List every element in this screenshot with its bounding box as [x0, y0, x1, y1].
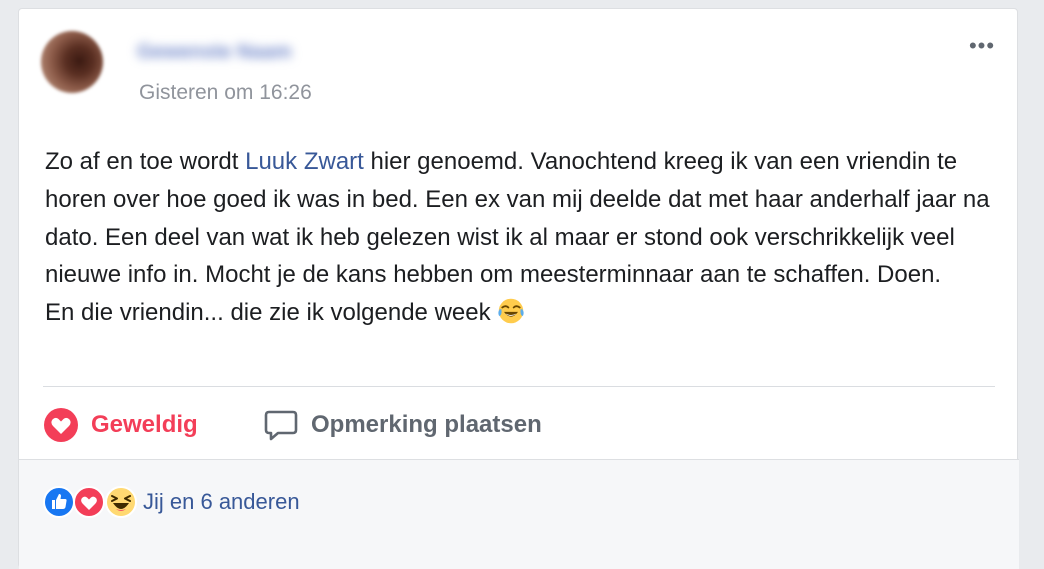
reaction-icons [43, 485, 139, 519]
speech-bubble-icon [263, 407, 299, 443]
mention-link[interactable]: Luuk Zwart [245, 148, 364, 175]
heart-icon [43, 407, 79, 443]
post-card: Gewenste Naam Gisteren om 16:26 ••• Zo a… [18, 8, 1019, 569]
author-avatar[interactable] [41, 31, 103, 93]
reactions-summary[interactable]: Jij en 6 anderen [43, 485, 300, 519]
post-body: Zo af en toe wordt Luuk Zwart hier genoe… [45, 143, 997, 332]
more-options-button[interactable]: ••• [965, 33, 999, 59]
more-horizontal-icon: ••• [968, 33, 996, 58]
post-text-segment: Zo af en toe wordt [45, 148, 246, 175]
heart-icon [73, 486, 105, 518]
author-name[interactable]: Gewenste Naam [137, 41, 359, 63]
comment-button-label: Opmerking plaatsen [311, 411, 542, 438]
post-timestamp[interactable]: Gisteren om 16:26 [139, 81, 312, 105]
post-paragraph: Zo af en toe wordt Luuk Zwart hier genoe… [45, 143, 997, 294]
comment-button[interactable]: Opmerking plaatsen [263, 405, 542, 445]
post-text-segment: En die vriendin... die zie ik volgende w… [45, 299, 498, 327]
post-paragraph: En die vriendin... die zie ik volgende w… [45, 294, 997, 332]
react-button-label: Geweldig [91, 411, 198, 438]
like-icon [43, 486, 75, 518]
haha-icon [105, 486, 137, 518]
reaction-count: Jij en 6 anderen [143, 489, 300, 514]
content-divider [43, 386, 995, 387]
react-button[interactable]: Geweldig [43, 405, 198, 445]
tears-of-joy-emoji-icon [497, 297, 525, 325]
